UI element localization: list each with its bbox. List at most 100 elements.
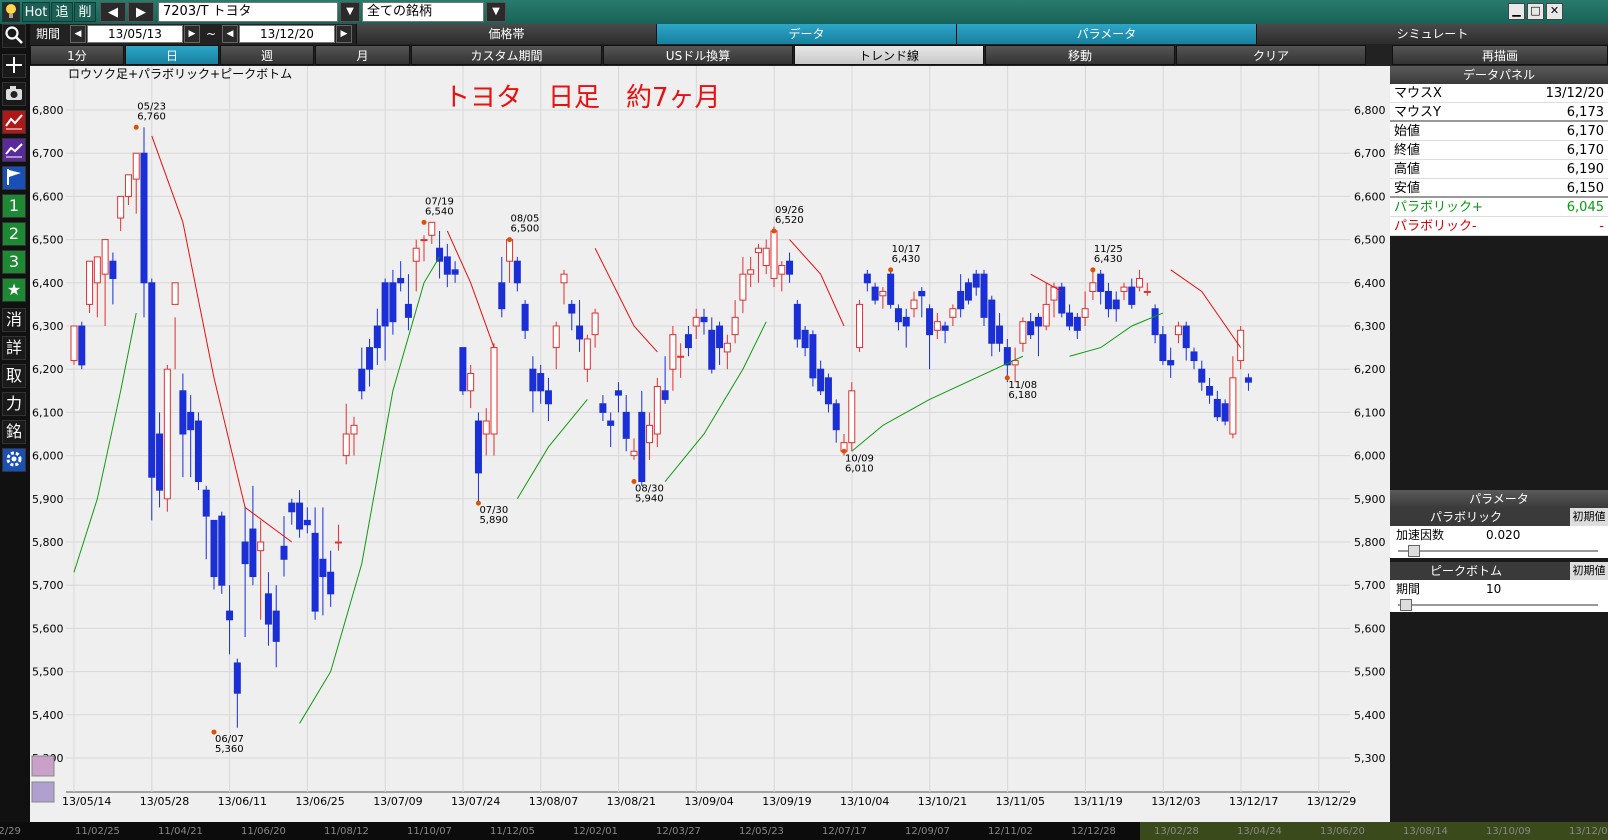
symbol-field[interactable]: 7203/T トヨタ — [158, 2, 338, 22]
chart-canvas[interactable]: 5,3005,3005,4005,4005,5005,5005,6005,600… — [30, 66, 1392, 822]
candle-body — [918, 290, 926, 297]
minimize-icon[interactable]: ▁ — [1508, 3, 1525, 20]
overview-date-label: 12/12/28 — [1071, 826, 1116, 837]
candle-body — [1128, 286, 1136, 305]
prev-symbol-button[interactable]: ◀ — [100, 2, 126, 22]
overview-bar[interactable]: 12/29 11/02/25 11/04/21 11/06/20 11/08/12 11/… — [0, 822, 1608, 840]
date-to-next-icon[interactable]: ▶ — [336, 25, 352, 43]
peakbottom-reset-button[interactable]: 初期値 — [1570, 562, 1608, 580]
candle-body — [513, 260, 521, 284]
fetch-button[interactable]: 取 — [2, 364, 26, 388]
usd-convert-button[interactable]: USドル換算 — [603, 45, 793, 65]
next-symbol-button[interactable]: ▶ — [128, 2, 154, 22]
trendline-button[interactable]: トレンド線 — [794, 45, 984, 65]
candle-body — [334, 541, 342, 544]
candle-body — [436, 247, 444, 262]
candle-body — [474, 420, 482, 474]
overview-canvas[interactable]: 12/29 11/02/25 11/04/21 11/06/20 11/08/12 11/… — [0, 822, 1608, 840]
detail-button[interactable]: 詳 — [2, 336, 26, 360]
star-icon[interactable]: ★ — [2, 278, 26, 302]
trend-chart-icon[interactable] — [2, 138, 26, 162]
candle-body — [303, 519, 311, 526]
symbol-dropdown-icon[interactable]: ▼ — [340, 2, 360, 22]
candle-body — [1151, 308, 1159, 336]
close-icon[interactable]: ✕ — [1546, 3, 1563, 20]
peak-value-label: 6,430 — [892, 254, 921, 265]
candle-body — [241, 541, 249, 565]
candle-body — [428, 221, 436, 236]
hot-button[interactable]: Hot — [22, 2, 50, 22]
candle-body — [996, 325, 1004, 344]
delete-button[interactable]: 削 — [74, 2, 96, 22]
date-from-next-icon[interactable]: ▶ — [184, 25, 200, 43]
candle-body — [498, 282, 506, 310]
y-tick-label-right: 6,600 — [1354, 190, 1386, 203]
filter-field[interactable]: 全ての銘柄 — [362, 2, 484, 22]
accel-value-field[interactable]: 0.020 — [1486, 526, 1520, 544]
add-button[interactable]: 追 — [51, 2, 73, 22]
preset-3-button[interactable]: 3 — [2, 250, 26, 274]
accel-slider[interactable] — [1390, 544, 1608, 558]
line-chart-icon[interactable] — [2, 110, 26, 134]
chart-small-icon-2[interactable] — [31, 781, 55, 803]
move-button[interactable]: 移動 — [985, 45, 1175, 65]
y-tick-label-right: 5,400 — [1354, 709, 1386, 722]
period-value-field[interactable]: 10 — [1486, 580, 1501, 598]
clear-button[interactable]: クリア — [1176, 45, 1366, 65]
date-from-field[interactable]: 13/05/13 — [87, 25, 183, 43]
accel-slider-handle[interactable] — [1408, 545, 1420, 557]
peak-value-label: 6,760 — [137, 111, 166, 122]
date-tilde: ~ — [206, 27, 217, 41]
chart-small-icon-1[interactable] — [31, 755, 55, 777]
date-to-field[interactable]: 13/12/20 — [239, 25, 335, 43]
x-tick-label: 13/12/17 — [1229, 795, 1278, 808]
flag-icon[interactable] — [2, 166, 26, 190]
tab-parameters[interactable]: パラメータ — [956, 24, 1256, 44]
candle-body — [591, 312, 599, 336]
search-icon[interactable] — [2, 24, 26, 48]
overview-date-label: 11/12/05 — [490, 826, 535, 837]
filter-dropdown-icon[interactable]: ▼ — [486, 2, 506, 22]
custom-period-button[interactable]: カスタム期間 — [411, 45, 602, 65]
tab-price-band[interactable]: 価格帯 — [356, 24, 656, 44]
candle-body — [614, 390, 622, 396]
candle-body — [1198, 368, 1206, 383]
tab-data[interactable]: データ — [656, 24, 956, 44]
data-panel: マウスX 13/12/20 マウスY 6,173 始値 6,170 終値 6,170 高… — [1390, 84, 1608, 236]
lightbulb-icon[interactable] — [2, 2, 20, 22]
candle-body — [863, 273, 871, 284]
redraw-button[interactable]: 再描画 — [1392, 45, 1608, 65]
preset-2-button[interactable]: 2 — [2, 222, 26, 246]
candle-body — [280, 545, 288, 560]
interval-day-button[interactable]: 日 — [125, 45, 219, 65]
period-slider-handle[interactable] — [1400, 599, 1412, 611]
date-from-prev-icon[interactable]: ◀ — [70, 25, 86, 43]
y-tick-label-left: 5,400 — [32, 709, 64, 722]
candle-body — [723, 342, 731, 353]
gear-icon[interactable] — [2, 448, 26, 472]
brand-button[interactable]: 銘 — [2, 420, 26, 444]
tab-simulate[interactable]: シミュレート — [1256, 24, 1608, 44]
preset-1-button[interactable]: 1 — [2, 194, 26, 218]
candle-body — [778, 265, 786, 275]
plus-icon[interactable] — [2, 54, 26, 78]
period-slider[interactable] — [1390, 598, 1608, 612]
y-tick-label-right: 5,500 — [1354, 666, 1386, 679]
input-button[interactable]: 力 — [2, 392, 26, 416]
interval-1min-button[interactable]: 1分 — [30, 45, 124, 65]
x-tick-label: 13/07/24 — [451, 795, 500, 808]
erase-button[interactable]: 消 — [2, 308, 26, 332]
parabolic-reset-button[interactable]: 初期値 — [1570, 508, 1608, 526]
candle-body — [708, 329, 716, 370]
camera-icon[interactable] — [2, 82, 26, 106]
y-tick-label-left: 6,200 — [32, 363, 64, 376]
interval-week-button[interactable]: 週 — [220, 45, 314, 65]
price-chart[interactable]: 5,3005,3005,4005,4005,5005,5005,6005,600… — [30, 66, 1392, 822]
interval-month-button[interactable]: 月 — [315, 45, 410, 65]
mouse-y-value: 6,173 — [1566, 105, 1604, 120]
candle-body — [109, 260, 117, 279]
candle-body — [1050, 286, 1058, 301]
candle-body — [420, 239, 428, 242]
date-to-prev-icon[interactable]: ◀ — [222, 25, 238, 43]
maximize-icon[interactable]: □ — [1527, 3, 1544, 20]
